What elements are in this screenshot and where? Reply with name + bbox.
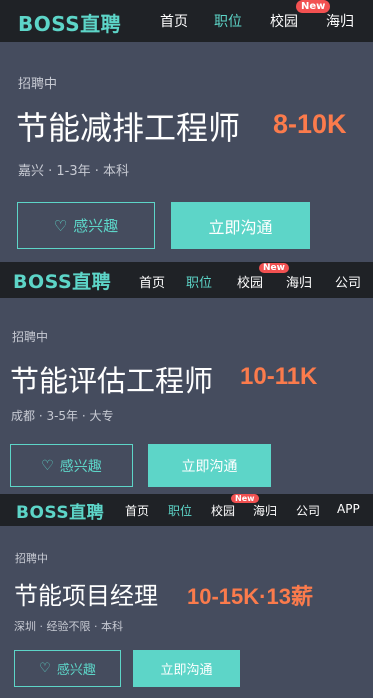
boss-logo[interactable]: BOSS直聘 [16, 498, 104, 523]
nav-home[interactable]: 首页 [125, 502, 149, 519]
nav-home[interactable]: 首页 [160, 11, 188, 31]
interest-label: 感兴趣 [73, 217, 119, 235]
top-nav: BOSS直聘 首页 职位 校园 New 海归 公司 APP [0, 494, 373, 526]
salary: 10-11K [240, 363, 318, 390]
job-title[interactable]: 节能项目经理 [14, 576, 158, 611]
chat-now-label: 立即沟通 [208, 217, 273, 237]
job-card-1: BOSS直聘 首页 职位 校园 New 海归 招聘中 节能减排工程师 8-10K… [0, 0, 373, 262]
top-nav: BOSS直聘 首页 职位 校园 New 海归 公司 [0, 262, 373, 298]
nav-overseas[interactable]: 海归 [286, 272, 312, 291]
nav-campus[interactable]: 校园 [211, 502, 235, 519]
interest-label: 感兴趣 [56, 663, 96, 678]
job-meta: 深圳 · 经验不限 · 本科 [14, 620, 123, 633]
heart-outline-icon: ♡ [53, 216, 68, 235]
nav-jobs[interactable]: 职位 [186, 272, 212, 291]
chat-now-label: 立即沟通 [181, 458, 238, 475]
heart-outline-icon: ♡ [39, 661, 51, 676]
salary: 8-10K [273, 109, 347, 139]
interest-label: 感兴趣 [59, 458, 102, 475]
job-card-3: BOSS直聘 首页 职位 校园 New 海归 公司 APP 招聘中 节能项目经理… [0, 494, 373, 698]
job-meta: 成都 · 3-5年 · 大专 [11, 409, 114, 423]
nav-jobs[interactable]: 职位 [214, 11, 242, 31]
interest-button[interactable]: ♡ 感兴趣 [17, 202, 155, 249]
nav-company[interactable]: 公司 [296, 502, 320, 519]
nav-app[interactable]: APP [337, 502, 360, 516]
nav-home[interactable]: 首页 [139, 272, 165, 291]
job-meta: 嘉兴 · 1-3年 · 本科 [18, 164, 130, 179]
new-badge: New [259, 263, 289, 273]
job-title[interactable]: 节能评估工程师 [10, 358, 213, 400]
nav-overseas[interactable]: 海归 [253, 502, 277, 519]
chat-now-button[interactable]: 立即沟通 [133, 650, 240, 687]
nav-overseas[interactable]: 海归 [326, 11, 354, 31]
status-label: 招聘中 [18, 77, 58, 92]
nav-campus[interactable]: 校园 [270, 11, 298, 31]
salary: 10-15K·13薪 [187, 584, 313, 609]
status-label: 招聘中 [12, 330, 49, 344]
nav-company[interactable]: 公司 [335, 272, 361, 291]
nav-campus[interactable]: 校园 [237, 272, 263, 291]
boss-logo[interactable]: BOSS直聘 [13, 267, 111, 294]
nav-jobs[interactable]: 职位 [168, 502, 192, 519]
chat-now-label: 立即沟通 [160, 663, 213, 678]
interest-button[interactable]: ♡ 感兴趣 [10, 444, 133, 487]
chat-now-button[interactable]: 立即沟通 [148, 444, 271, 487]
status-label: 招聘中 [15, 552, 48, 565]
chat-now-button[interactable]: 立即沟通 [171, 202, 310, 249]
top-nav: BOSS直聘 首页 职位 校园 New 海归 [0, 0, 373, 42]
boss-logo[interactable]: BOSS直聘 [18, 8, 121, 37]
job-card-2: BOSS直聘 首页 职位 校园 New 海归 公司 招聘中 节能评估工程师 10… [0, 262, 373, 494]
job-title[interactable]: 节能减排工程师 [16, 103, 240, 149]
heart-outline-icon: ♡ [41, 457, 54, 474]
interest-button[interactable]: ♡ 感兴趣 [14, 650, 121, 687]
